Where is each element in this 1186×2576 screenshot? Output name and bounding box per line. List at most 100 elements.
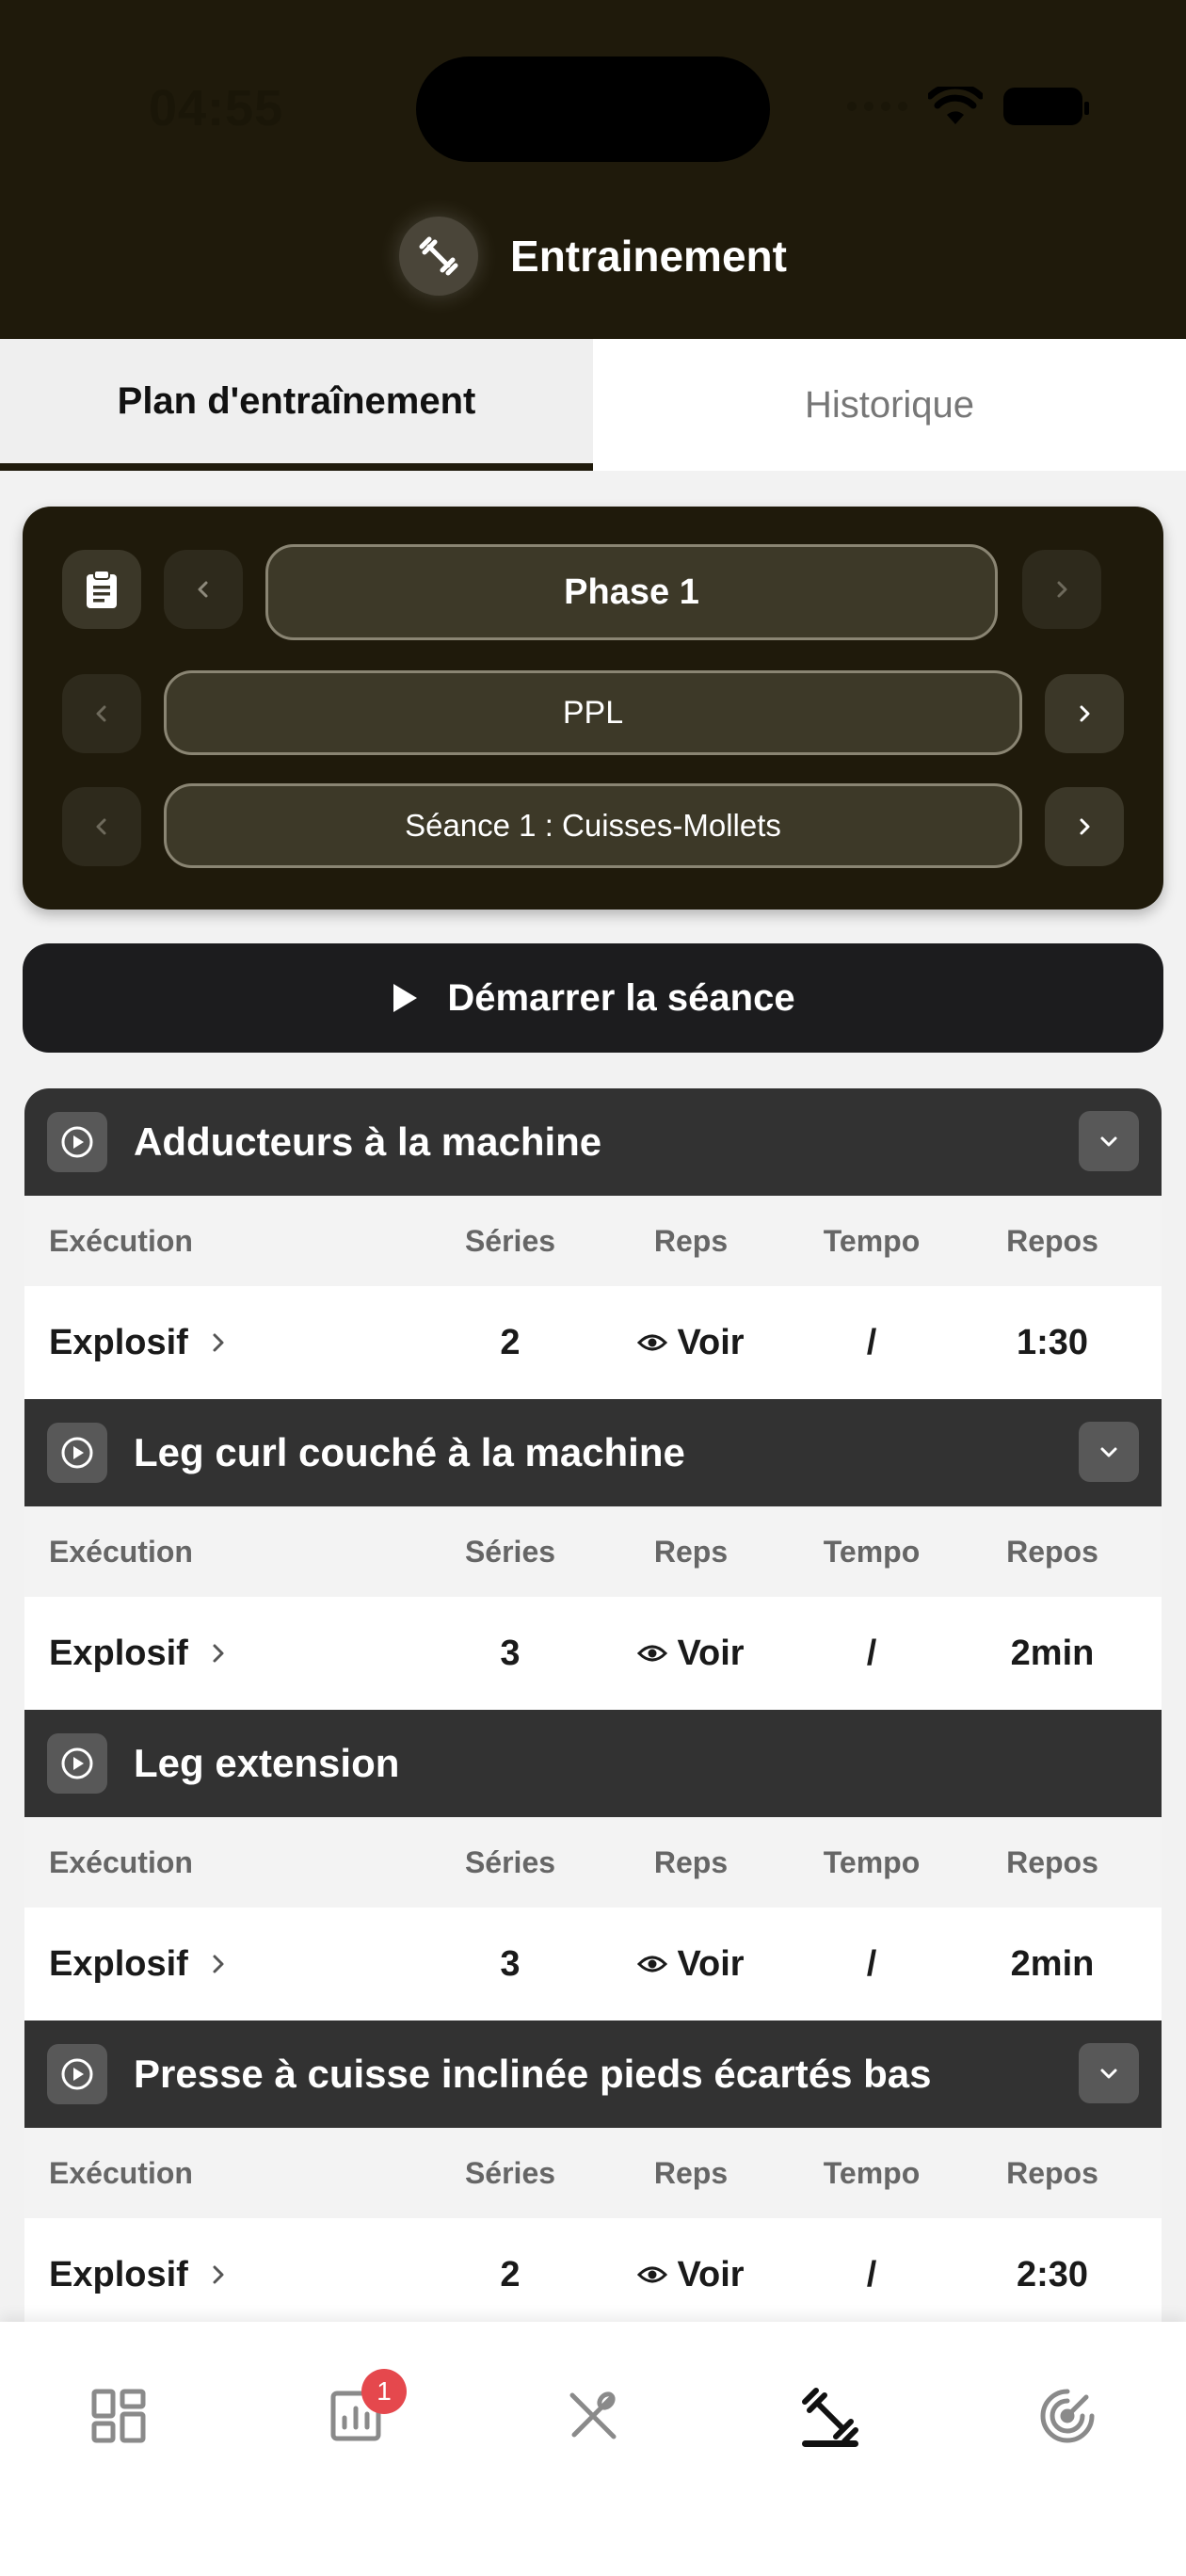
chevron-left-icon	[96, 705, 106, 722]
program-prev-button[interactable]	[62, 674, 141, 753]
chevron-right-icon	[1057, 581, 1067, 598]
session-selector[interactable]: Séance 1 : Cuisses-Mollets	[164, 783, 1022, 868]
col-repos: Repos	[1006, 1534, 1098, 1569]
page-title: Entrainement	[510, 232, 787, 281]
col-repos: Repos	[1006, 1844, 1098, 1879]
stats-badge: 1	[361, 2369, 407, 2414]
chevron-right-icon	[213, 1644, 224, 1663]
training-icon	[802, 2388, 858, 2444]
exercise-expand-button[interactable]	[1079, 1111, 1139, 1171]
col-reps: Reps	[653, 2155, 729, 2190]
column-headers: Exécution Séries Reps Tempo Repos	[24, 2128, 1162, 2218]
reps-value: Voir	[677, 1943, 745, 1984]
chevron-right-icon	[213, 2265, 224, 2284]
eye-icon	[637, 1334, 668, 1351]
column-headers: Exécution Séries Reps Tempo Repos	[24, 1817, 1162, 1908]
col-tempo: Tempo	[823, 1223, 921, 1258]
battery-icon	[1003, 88, 1089, 125]
execution-value: Explosif	[49, 1322, 188, 1362]
plan-selector-card: Phase 1 PPL Séance 1 : Cuisses-Mollets	[23, 507, 1163, 910]
repos-value: 1:30	[1016, 1322, 1089, 1362]
column-headers: Exécution Séries Reps Tempo Repos	[24, 1506, 1162, 1597]
nav-goals[interactable]	[1011, 2359, 1124, 2472]
exercise-row: Explosif 3 Voir / 2min	[24, 1597, 1162, 1710]
exercise-video-button[interactable]	[47, 1423, 107, 1483]
reps-value: Voir	[677, 1633, 745, 1673]
program-next-button[interactable]	[1045, 674, 1124, 753]
nav-dashboard[interactable]	[62, 2359, 175, 2472]
series-value: 3	[500, 1633, 521, 1673]
execution-cell[interactable]: Explosif	[24, 2255, 420, 2295]
play-circle-icon	[61, 1437, 93, 1469]
tempo-value: /	[866, 1322, 877, 1362]
play-circle-icon	[61, 1747, 93, 1779]
exercise-list: Adducteurs à la machine Exécution Séries…	[24, 1088, 1162, 2331]
reps-cell[interactable]: Voir	[601, 1944, 781, 1985]
chevron-down-icon	[1100, 1447, 1117, 1457]
play-circle-icon	[61, 1126, 93, 1158]
nav-nutrition[interactable]	[537, 2359, 649, 2472]
exercise-header[interactable]: Presse à cuisse inclinée pieds écartés b…	[24, 2021, 1162, 2128]
execution-cell[interactable]: Explosif	[24, 1323, 420, 1363]
eye-icon	[637, 2266, 668, 2283]
exercise-video-button[interactable]	[47, 1112, 107, 1172]
chevron-right-icon	[1080, 705, 1090, 722]
exercise-header[interactable]: Adducteurs à la machine	[24, 1088, 1162, 1196]
eye-icon	[637, 1645, 668, 1662]
chevron-right-icon	[1080, 818, 1090, 835]
col-series: Séries	[464, 1844, 556, 1879]
clipboard-button[interactable]	[62, 550, 141, 629]
tab-historique[interactable]: Historique	[593, 339, 1186, 471]
exercise-name: Leg curl couché à la machine	[134, 1430, 685, 1474]
session-next-button[interactable]	[1045, 787, 1124, 866]
app-header: 04:55 Entrainement	[0, 0, 1186, 339]
phase-next-button[interactable]	[1022, 550, 1101, 629]
col-series: Séries	[464, 2155, 556, 2190]
repos-value: 2min	[1010, 1633, 1095, 1673]
reps-cell[interactable]: Voir	[601, 2255, 781, 2295]
col-series: Séries	[464, 1223, 556, 1258]
series-value: 3	[500, 1943, 521, 1984]
wifi-icon	[928, 87, 983, 124]
nav-stats[interactable]: 1	[299, 2359, 412, 2472]
reps-value: Voir	[677, 1322, 745, 1362]
col-execution: Exécution	[49, 1844, 193, 1879]
eye-icon	[637, 1956, 668, 1972]
exercise-header[interactable]: Leg curl couché à la machine	[24, 1399, 1162, 1506]
chevron-right-icon	[213, 1333, 224, 1352]
start-session-button[interactable]: Démarrer la séance	[23, 943, 1163, 1053]
series-value: 2	[500, 1322, 521, 1362]
exercise-name: Leg extension	[134, 1741, 400, 1785]
execution-value: Explosif	[49, 2254, 188, 2294]
exercise-name: Presse à cuisse inclinée pieds écartés b…	[134, 2052, 932, 2096]
exercise-expand-button[interactable]	[1079, 2043, 1139, 2103]
tab-plan[interactable]: Plan d'entraînement	[0, 339, 593, 471]
execution-value: Explosif	[49, 1633, 188, 1673]
phase-prev-button[interactable]	[164, 550, 243, 629]
execution-cell[interactable]: Explosif	[24, 1944, 420, 1985]
signal-icon	[847, 102, 907, 111]
column-headers: Exécution Séries Reps Tempo Repos	[24, 1196, 1162, 1286]
repos-value: 2min	[1010, 1943, 1095, 1984]
nav-training[interactable]	[774, 2359, 887, 2472]
exercise-video-button[interactable]	[47, 2044, 107, 2104]
exercise-video-button[interactable]	[47, 1733, 107, 1794]
bottom-nav: 1	[0, 2322, 1186, 2576]
execution-cell[interactable]: Explosif	[24, 1634, 420, 1674]
status-icons	[847, 87, 1089, 126]
series-value: 2	[500, 2254, 521, 2294]
repos-value: 2:30	[1016, 2254, 1089, 2294]
col-series: Séries	[464, 1534, 556, 1569]
exercise-header[interactable]: Leg extension	[24, 1710, 1162, 1817]
col-execution: Exécution	[49, 1223, 193, 1258]
program-selector[interactable]: PPL	[164, 670, 1022, 755]
session-prev-button[interactable]	[62, 787, 141, 866]
col-tempo: Tempo	[823, 1534, 921, 1569]
exercise-expand-button[interactable]	[1079, 1422, 1139, 1482]
tempo-value: /	[866, 1633, 877, 1673]
reps-cell[interactable]: Voir	[601, 1323, 781, 1363]
phase-selector[interactable]: Phase 1	[265, 544, 998, 640]
col-reps: Reps	[653, 1534, 729, 1569]
reps-cell[interactable]: Voir	[601, 1634, 781, 1674]
col-tempo: Tempo	[823, 1844, 921, 1879]
